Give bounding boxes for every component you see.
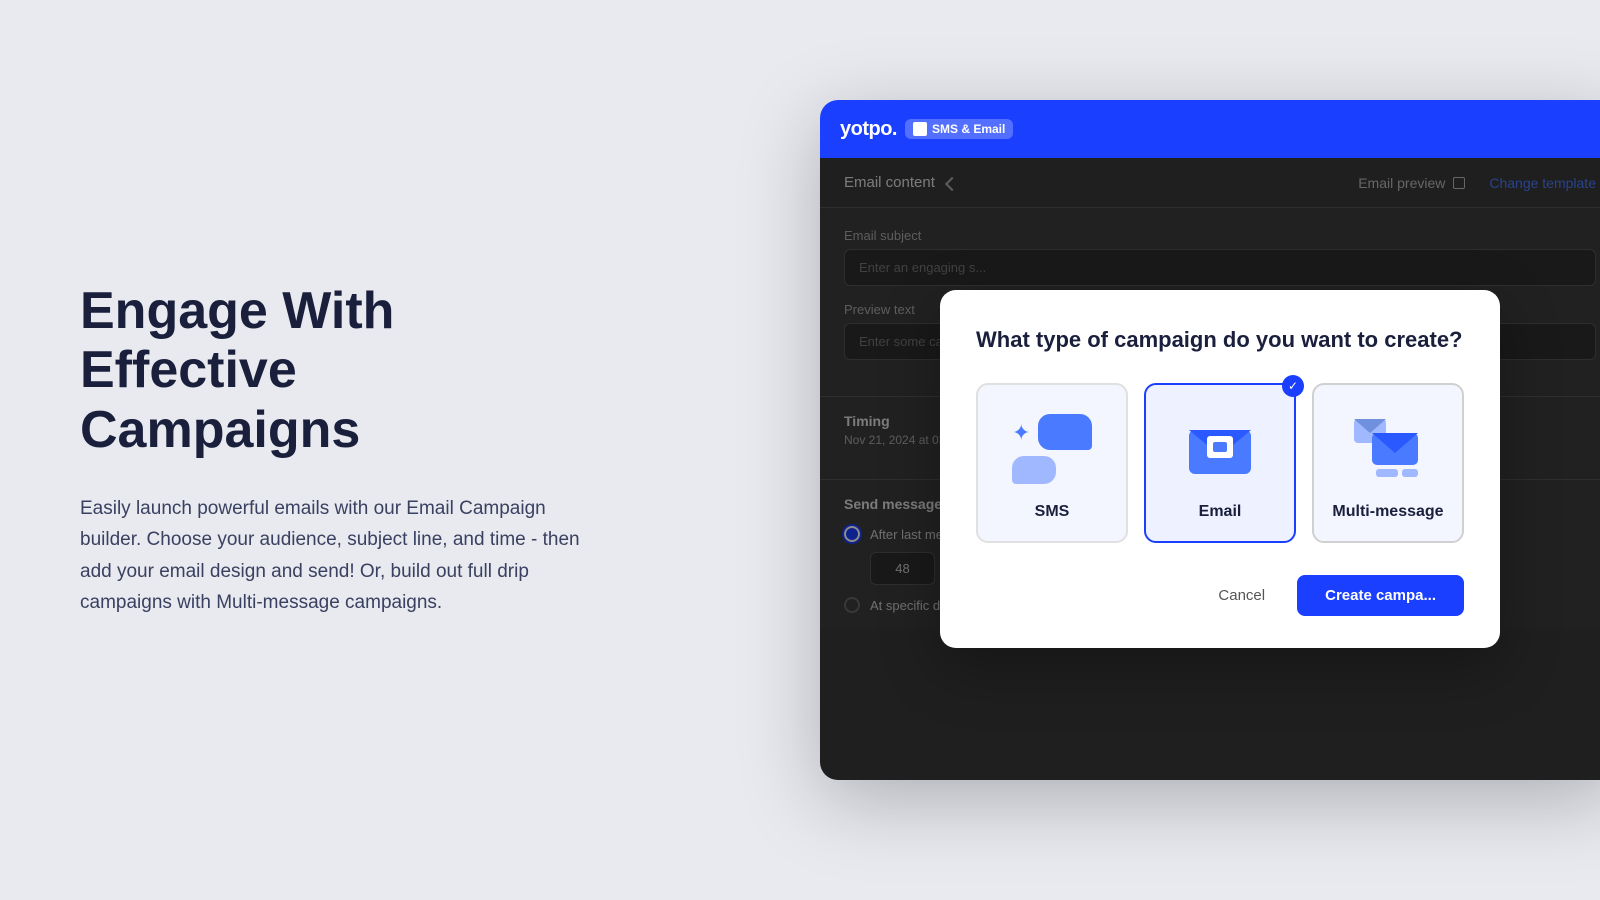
sms-card-label: SMS: [1035, 503, 1070, 521]
logo-text: yotpo.: [840, 118, 897, 141]
modal-overlay: What type of campaign do you want to cre…: [820, 158, 1600, 780]
email-card-icon: [1180, 409, 1260, 489]
cancel-button[interactable]: Cancel: [1198, 575, 1285, 616]
email-icon-wrap: [1185, 414, 1255, 484]
sms-bubble-sub: [1012, 456, 1056, 484]
campaign-type-modal: What type of campaign do you want to cre…: [940, 290, 1500, 648]
email-envelope-svg: [1185, 420, 1255, 478]
left-panel: Engage With Effective Campaigns Easily l…: [0, 0, 660, 900]
sms-icon-wrap: ✦: [1012, 414, 1092, 484]
email-card-label: Email: [1199, 503, 1242, 521]
email-campaign-card[interactable]: ✓ Ema: [1144, 383, 1296, 543]
app-logo: yotpo. SMS & Email: [840, 118, 1013, 141]
star-icon: ✦: [1012, 420, 1030, 446]
sms-email-icon: [913, 122, 927, 136]
headline: Engage With Effective Campaigns: [80, 282, 580, 461]
sms-campaign-card[interactable]: ✦ SMS: [976, 383, 1128, 543]
description-text: Easily launch powerful emails with our E…: [80, 493, 580, 618]
multi-icon-wrap: [1348, 414, 1428, 484]
logo-badge: SMS & Email: [905, 119, 1013, 139]
multi-message-svg: [1352, 415, 1424, 483]
multi-card-label: Multi-message: [1332, 503, 1443, 521]
multi-card-icon: [1348, 409, 1428, 489]
app-window: yotpo. SMS & Email Email content Email p…: [820, 100, 1600, 780]
badge-text: SMS & Email: [932, 122, 1005, 136]
sms-card-icon: ✦: [1012, 409, 1092, 489]
app-header: yotpo. SMS & Email: [820, 100, 1600, 158]
sms-bubble-main: [1038, 414, 1092, 450]
app-content: Email content Email preview Change templ…: [820, 158, 1600, 780]
create-campaign-button[interactable]: Create campa...: [1297, 575, 1464, 616]
selected-checkmark: ✓: [1282, 375, 1304, 397]
multi-campaign-card[interactable]: Multi-message: [1312, 383, 1464, 543]
modal-title: What type of campaign do you want to cre…: [976, 326, 1464, 355]
modal-footer: Cancel Create campa...: [976, 575, 1464, 616]
campaign-cards: ✦ SMS ✓: [976, 383, 1464, 543]
